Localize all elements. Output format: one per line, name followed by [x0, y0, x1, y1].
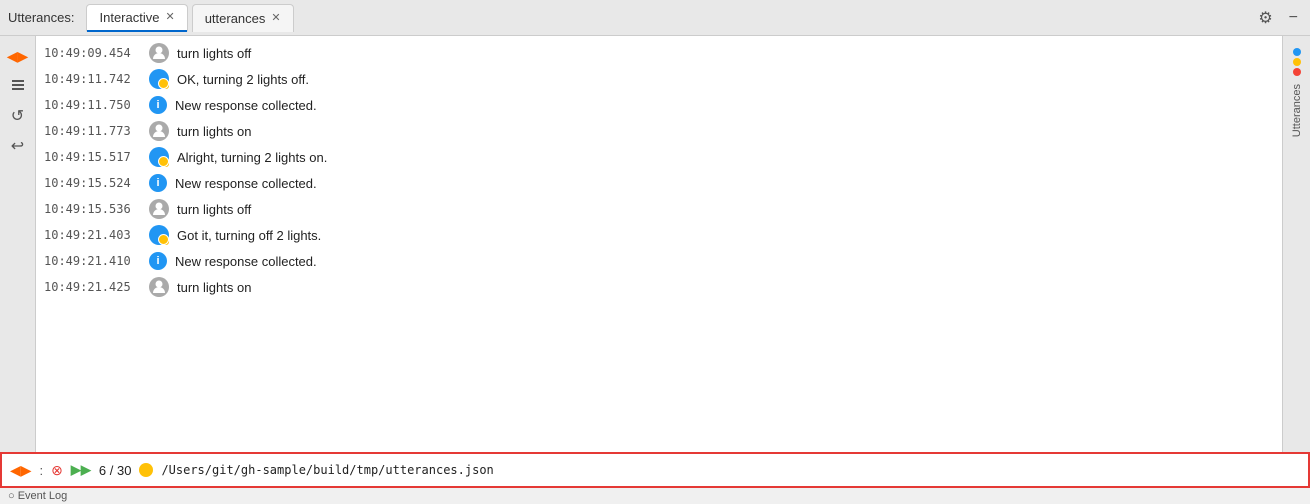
list-item[interactable]: 10:49:09.454 turn lights off	[36, 40, 1282, 66]
utterances-header-label: Utterances:	[8, 10, 74, 25]
right-sidebar-label[interactable]: Utterances	[1291, 84, 1303, 137]
list-sidebar-icon[interactable]	[6, 74, 30, 98]
timestamp: 10:49:21.425	[44, 280, 149, 294]
utterance-text: Alright, turning 2 lights on.	[177, 150, 327, 165]
tab-utterances[interactable]: utterances ✕	[192, 4, 294, 32]
dot-yellow	[1293, 58, 1301, 66]
list-item[interactable]: 10:49:11.773 turn lights on	[36, 118, 1282, 144]
status-stop-icon[interactable]: ⊗	[51, 462, 63, 479]
timestamp: 10:49:15.524	[44, 176, 149, 190]
status-play-icon[interactable]: ◀▶	[10, 462, 32, 479]
right-sidebar: Utterances	[1282, 36, 1310, 452]
status-count: 6 / 30	[99, 463, 132, 478]
list-item[interactable]: 10:49:21.410i New response collected.	[36, 248, 1282, 274]
timestamp: 10:49:21.403	[44, 228, 149, 242]
timestamp: 10:49:11.742	[44, 72, 149, 86]
tab-interactive-close[interactable]: ✕	[165, 12, 174, 23]
utterance-text: turn lights on	[177, 124, 251, 139]
utterance-text: New response collected.	[175, 254, 317, 269]
timestamp: 10:49:21.410	[44, 254, 149, 268]
avatar: i	[149, 174, 167, 192]
dot-blue	[1293, 48, 1301, 56]
avatar	[149, 121, 169, 141]
avatar	[149, 43, 169, 63]
utterance-text: OK, turning 2 lights off.	[177, 72, 309, 87]
avatar	[149, 277, 169, 297]
event-log-label[interactable]: ○ Event Log	[8, 490, 67, 502]
settings-button[interactable]: ⚙	[1254, 6, 1276, 30]
timestamp: 10:49:15.517	[44, 150, 149, 164]
avatar	[149, 225, 169, 245]
list-item[interactable]: 10:49:15.524i New response collected.	[36, 170, 1282, 196]
avatar	[149, 147, 169, 167]
utterance-text: New response collected.	[175, 176, 317, 191]
list-item[interactable]: 10:49:21.403 Got it, turning off 2 lights…	[36, 222, 1282, 248]
left-sidebar: ◀▶ ↺ ↩	[0, 36, 36, 452]
avatar: i	[149, 96, 167, 114]
refresh-sidebar-icon[interactable]: ↺	[6, 104, 30, 128]
list-item[interactable]: 10:49:21.425 turn lights on	[36, 274, 1282, 300]
status-dot	[139, 463, 153, 477]
utterance-text: New response collected.	[175, 98, 317, 113]
list-item[interactable]: 10:49:11.750i New response collected.	[36, 92, 1282, 118]
undo-sidebar-icon[interactable]: ↩	[6, 134, 30, 158]
tab-bar: Utterances: Interactive ✕ utterances ✕ ⚙…	[0, 0, 1310, 36]
main-area: ◀▶ ↺ ↩ 10:49:09.454turn lights off10:49:…	[0, 36, 1310, 452]
play-sidebar-icon[interactable]: ◀▶	[6, 44, 30, 68]
utterance-text: turn lights on	[177, 280, 251, 295]
timestamp: 10:49:11.773	[44, 124, 149, 138]
dot-red	[1293, 68, 1301, 76]
list-item[interactable]: 10:49:15.536 turn lights off	[36, 196, 1282, 222]
right-sidebar-dots	[1293, 48, 1301, 76]
collapse-button[interactable]: −	[1285, 7, 1302, 29]
status-skip-icon[interactable]: ▶▶	[71, 462, 91, 478]
tab-interactive[interactable]: Interactive ✕	[86, 4, 187, 32]
tab-utterances-close[interactable]: ✕	[271, 13, 280, 24]
timestamp: 10:49:15.536	[44, 202, 149, 216]
status-bar: ◀▶ : ⊗ ▶▶ 6 / 30 /Users/git/gh-sample/bu…	[0, 452, 1310, 488]
list-item[interactable]: 10:49:15.517 Alright, turning 2 lights on…	[36, 144, 1282, 170]
tab-bar-actions: ⚙ −	[1254, 6, 1302, 30]
timestamp: 10:49:09.454	[44, 46, 149, 60]
bottom-area: ◀▶ : ⊗ ▶▶ 6 / 30 /Users/git/gh-sample/bu…	[0, 452, 1310, 504]
utterance-text: Got it, turning off 2 lights.	[177, 228, 321, 243]
status-separator: :	[40, 463, 44, 478]
avatar	[149, 69, 169, 89]
event-log-bar: ○ Event Log	[0, 488, 1310, 504]
utterances-list[interactable]: 10:49:09.454 turn lights off 10:49:11.742 O…	[36, 36, 1282, 452]
utterance-text: turn lights off	[177, 46, 251, 61]
avatar	[149, 199, 169, 219]
avatar: i	[149, 252, 167, 270]
timestamp: 10:49:11.750	[44, 98, 149, 112]
list-item[interactable]: 10:49:11.742 OK, turning 2 lights off.	[36, 66, 1282, 92]
tab-interactive-label: Interactive	[99, 10, 159, 25]
tab-utterances-label: utterances	[205, 11, 266, 26]
utterance-text: turn lights off	[177, 202, 251, 217]
status-path: /Users/git/gh-sample/build/tmp/utterance…	[161, 463, 1300, 477]
